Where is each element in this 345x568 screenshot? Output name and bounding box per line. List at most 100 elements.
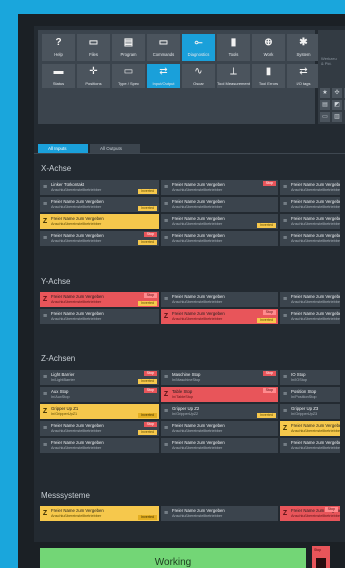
inverted-badge: Inverted: [138, 515, 157, 520]
ribbon-button-label: Commands: [152, 52, 175, 57]
io-cell[interactable]: Z Freier Name zum Vergeben Anschlußbereins…: [161, 309, 278, 324]
io-name: Freier Name zum Vergeben: [172, 199, 225, 204]
io-cell[interactable]: ≡ IO Stop In/IOStop: [280, 370, 340, 385]
ribbon-button-help[interactable]: ? Help: [42, 34, 75, 61]
ribbon-button-oscar[interactable]: ∿ Oscar: [182, 64, 215, 88]
io-cell[interactable]: Z Table Stop In/TableStop Stop: [161, 387, 278, 402]
ribbon-button-label: Tools: [228, 52, 239, 57]
tab-divider: [34, 153, 345, 154]
side-tool-icon[interactable]: ▥: [332, 112, 342, 122]
io-cell[interactable]: ≡ Freier Name zum Vergeben Anschlußbereins…: [161, 506, 278, 521]
working-status: Working: [40, 548, 306, 568]
io-cell[interactable]: ≡ Freier Name zum Vergeben Anschlußbereins…: [40, 197, 159, 212]
sensor-icon: ≡: [42, 374, 48, 381]
tab-all-inputs[interactable]: All Inputs: [38, 144, 88, 153]
sensor-icon: ≡: [163, 296, 169, 303]
io-address: Anschlußbereinstellbetriebber: [172, 299, 223, 304]
ribbon-button-files[interactable]: ▭ Files: [77, 34, 110, 61]
ribbon-button-diagnostics[interactable]: ⟜ Diagnostics: [182, 34, 215, 61]
ribbon-button-work[interactable]: ⊕ Work: [252, 34, 285, 61]
io-cell[interactable]: Z Freier Name zum Vergeben Anschlußbereins…: [40, 214, 159, 229]
input-output-icon: ⇄: [159, 66, 168, 77]
stop-badge: Stop: [262, 388, 276, 393]
stop-button[interactable]: Stop: [312, 546, 330, 568]
stop-badge: Stop: [262, 371, 276, 376]
io-cell[interactable]: ≡ Freier Name zum Vergeben Anschlußbereins…: [280, 214, 340, 229]
io-cell[interactable]: ≡ Position Stop In/PositionStop: [280, 387, 340, 402]
io-cell[interactable]: Z Freier Name zum Vergeben Anschlußbereins…: [40, 292, 159, 307]
ribbon-button-type-spec[interactable]: ▭ Type / Spec: [112, 64, 145, 88]
io-cell[interactable]: ≡ Freier Name zum Vergeben Anschlußbereins…: [280, 309, 340, 324]
io-cell[interactable]: ≡ Freier Name zum Vergeben Anschlußbereins…: [280, 292, 340, 307]
io-cell[interactable]: ≡ Aux Stop In/AuxStop Stop: [40, 387, 159, 402]
io-cell[interactable]: Z Freier Name zum Vergeben Anschlußbereins…: [280, 506, 340, 521]
sensor-icon: ≡: [282, 408, 288, 415]
io-cell[interactable]: Z Gripper Up Z1 In/GripperUpZ1 Inverted: [40, 404, 159, 419]
io-cell[interactable]: ≡ Freier Name zum Vergeben Anschlußbereins…: [280, 197, 340, 212]
io-cell[interactable]: ≡ Freier Name zum Vergeben Anschlußbereins…: [280, 438, 340, 453]
io-address: In/AuxStop: [51, 394, 70, 399]
io-cell[interactable]: ≡ Linker Türkontakt Anschlußbereinstellbet…: [40, 180, 159, 195]
stop-badge: Stop: [143, 293, 157, 298]
ribbon-button-label: Input/Output: [152, 81, 175, 86]
io-cell[interactable]: Z Freier Name zum Vergeben Anschlußbereins…: [280, 421, 340, 436]
side-tool-icon[interactable]: ✣: [332, 88, 342, 98]
io-name: Gripper Up Z2: [172, 406, 200, 411]
io-cell[interactable]: ≡ Gripper Up Z3 In/GripperUpZ3: [280, 404, 340, 419]
ribbon-button-label: Help: [54, 52, 63, 57]
type-spec-icon: ▭: [123, 66, 134, 77]
io-name: Freier Name zum Vergeben: [51, 311, 104, 316]
tab-all-outputs[interactable]: All Outputs: [90, 144, 140, 153]
io-name: Gripper Up Z3: [291, 406, 319, 411]
ribbon-button-tool-measurement[interactable]: ⟂ Tool Measurement: [217, 64, 250, 88]
ribbon-button-label: Tool Errors: [258, 81, 279, 86]
io-name: Freier Name zum Vergeben: [172, 294, 225, 299]
io-cell[interactable]: ≡ Gripper Up Z2 In/GripperUpZ2 Inverted: [161, 404, 278, 419]
side-tool-icon[interactable]: ★: [320, 88, 330, 98]
ribbon-row-sub: ▬ Status ✛ Positions ▭ Type / Spec ⇄ Input/Outp…: [42, 64, 320, 88]
io-name: Freier Name zum Vergeben: [51, 199, 104, 204]
ribbon-button-program[interactable]: ▤ Program: [112, 34, 145, 61]
ribbon-button-i-o-tags[interactable]: ⇄ I/O tags: [287, 64, 320, 88]
io-cell[interactable]: ≡ Freier Name zum Vergeben Anschlußbereins…: [280, 180, 340, 195]
io-cell[interactable]: ≡ Light Barrier In/LightBarrier Stop Inverte…: [40, 370, 159, 385]
io-cell[interactable]: ≡ Maschine Stop In/MaschineStop Stop: [161, 370, 278, 385]
io-name: Freier Name zum Vergeben: [172, 233, 225, 238]
io-name: IO Stop: [291, 372, 306, 377]
side-tool-icon[interactable]: ▤: [320, 100, 330, 110]
sensor-icon: ≡: [282, 296, 288, 303]
io-cell[interactable]: ≡ Freier Name zum Vergeben Anschlußbereins…: [161, 292, 278, 307]
sensor-icon: Z: [42, 408, 48, 415]
sensor-icon: ≡: [282, 391, 288, 398]
io-cell[interactable]: ≡ Freier Name zum Vergeben Anschlußbereins…: [161, 180, 278, 195]
ribbon-button-commands[interactable]: ▭ Commands: [147, 34, 180, 61]
ribbon-button-status[interactable]: ▬ Status: [42, 64, 75, 88]
ribbon-button-tool-errors[interactable]: ▮ Tool Errors: [252, 64, 285, 88]
side-tool-icon[interactable]: ◩: [332, 100, 342, 110]
io-cell[interactable]: ≡ Freier Name zum Vergeben Anschlußbereins…: [280, 231, 340, 246]
io-name: Freier Name zum Vergeben: [291, 233, 340, 238]
io-cell[interactable]: ≡ Freier Name zum Vergeben Anschlußbereins…: [40, 231, 159, 246]
io-cell[interactable]: ≡ Freier Name zum Vergeben Anschlußbereins…: [161, 214, 278, 229]
io-cell[interactable]: ≡ Freier Name zum Vergeben Anschlußbereins…: [161, 421, 278, 436]
ribbon-button-label: I/O tags: [296, 81, 311, 86]
tool-measurement-icon: ⟂: [230, 66, 237, 77]
side-tool-icon[interactable]: ▭: [320, 112, 330, 122]
stop-badge: Stop: [143, 422, 157, 427]
io-cell[interactable]: ≡ Freier Name zum Vergeben Anschlußbereins…: [161, 197, 278, 212]
ribbon-button-tools[interactable]: ▮ Tools: [217, 34, 250, 61]
io-name: Freier Name zum Vergeben: [51, 216, 104, 221]
io-name: Freier Name zum Vergeben: [172, 216, 225, 221]
ribbon-button-positions[interactable]: ✛ Positions: [77, 64, 110, 88]
io-cell[interactable]: ≡ Freier Name zum Vergeben Anschlußbereins…: [161, 231, 278, 246]
io-cell[interactable]: ≡ Freier Name zum Vergeben Anschlußbereins…: [40, 309, 159, 324]
ribbon-button-system[interactable]: ✱ System: [287, 34, 320, 61]
io-address: Anschlußbereinstellbetriebber: [51, 316, 102, 321]
io-cell[interactable]: ≡ Freier Name zum Vergeben Anschlußbereins…: [161, 438, 278, 453]
ribbon-button-input-output[interactable]: ⇄ Input/Output: [147, 64, 180, 88]
io-cell[interactable]: ≡ Freier Name zum Vergeben Anschlußbereins…: [40, 438, 159, 453]
io-cell[interactable]: ≡ Freier Name zum Vergeben Anschlußbereins…: [40, 421, 159, 436]
tool-errors-icon: ▮: [265, 66, 272, 77]
io-cell[interactable]: Z Freier Name zum Vergeben Anschlußbereins…: [40, 506, 159, 521]
io-address: In/GripperUpZ1: [51, 411, 78, 416]
